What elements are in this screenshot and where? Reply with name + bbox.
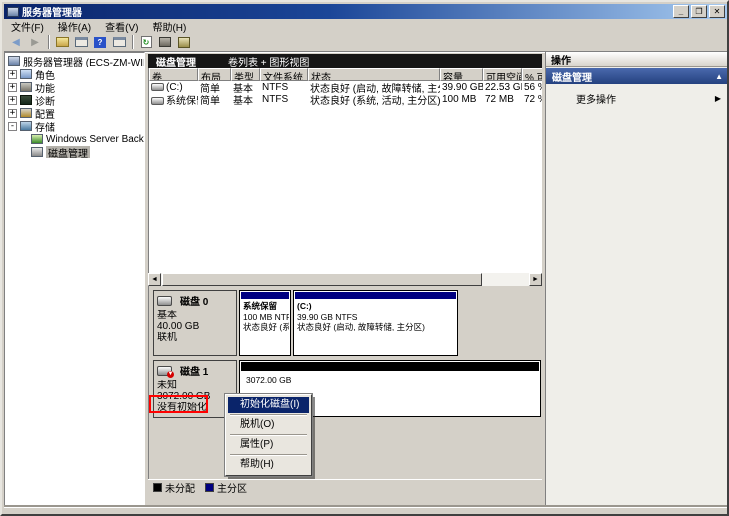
server-manager-icon [8,56,20,66]
tree-item-diagnostics[interactable]: + 诊断 [5,94,144,106]
disk0-status: 联机 [157,332,177,343]
tree-item-disk-management[interactable]: 磁盘管理 [5,146,144,158]
export-list-icon[interactable] [175,34,193,50]
volume-icon [151,82,164,91]
disk-management-header: 磁盘管理 卷列表 + 图形视图 [148,54,542,69]
column-header-filesystem[interactable]: 文件系统 [260,68,308,81]
volume-row-system-reserved[interactable]: 系统保留 简单 基本 NTFS 状态良好 (系统, 活动, 主分区) 100 M… [149,93,542,107]
not-initialized-badge: ▼ [167,370,174,378]
unallocated-strip [241,362,539,371]
disk0-size: 40.00 GB [157,321,200,332]
toolbar-separator [48,35,50,49]
diagnostics-icon [20,95,32,105]
disk-management-icon [31,147,43,157]
expand-icon[interactable]: + [8,69,17,79]
disk0-info-box[interactable]: 磁盘 0 基本 40.00 GB 联机 [153,290,237,356]
more-actions-item[interactable]: 更多操作 ▶ [546,90,727,106]
menu-bar: 文件(F) 操作(A) 查看(V) 帮助(H) [4,18,727,35]
submenu-arrow-icon: ▶ [714,93,721,103]
toolbar-separator [132,35,134,49]
primary-partition-legend-label: 主分区 [217,483,247,495]
annotation-red-rectangle [149,395,208,413]
disk0-type: 基本 [157,310,177,321]
restore-button[interactable]: ❐ [691,5,707,18]
console-window-icon[interactable] [72,34,90,50]
menu-action[interactable]: 操作(A) [51,18,98,35]
disk-icon-warning: ▼ [157,365,174,378]
primary-partition-strip [241,292,289,299]
properties-icon[interactable] [156,34,174,50]
close-button[interactable]: ✕ [709,5,725,18]
tree-item-roles[interactable]: + 角色 [5,68,144,80]
menu-help[interactable]: 帮助(H) [145,18,193,35]
disk-icon [157,295,172,306]
server-manager-window: 服务器管理器 _ ❐ ✕ 文件(F) 操作(A) 查看(V) 帮助(H) ◀ ▶… [0,0,729,516]
partition-c-drive[interactable]: (C:) 39.90 GB NTFS 状态良好 (启动, 故障转储, 主分区) [293,290,458,356]
menu-file[interactable]: 文件(F) [4,18,51,35]
menu-item-initialize-disk[interactable]: 初始化磁盘(I) [228,397,309,413]
disk-context-menu: 初始化磁盘(I) 脱机(O) 属性(P) 帮助(H) [224,393,313,477]
refresh-icon[interactable]: ↻ [137,34,155,50]
features-icon [20,82,32,92]
column-header-free-pct[interactable]: % 可 [522,68,542,81]
partition-system-reserved[interactable]: 系统保留 100 MB NTFS 状态良好 (系 [239,290,291,356]
menu-item-offline[interactable]: 脱机(O) [228,417,309,433]
menu-separator [230,434,307,436]
volume-icon [151,96,164,105]
pane-view-mode: 卷列表 + 图形视图 [228,57,310,69]
back-icon[interactable]: ◀ [7,34,25,50]
primary-partition-strip [295,292,456,299]
forward-icon[interactable]: ▶ [26,34,44,50]
status-bar [4,507,727,514]
scrollbar-track[interactable] [482,273,529,286]
column-header-capacity[interactable]: 容量 [440,68,483,81]
expand-icon[interactable]: + [8,95,17,105]
backup-icon [31,134,43,144]
legend-bar: 未分配 主分区 [148,479,542,495]
menu-separator [230,414,307,416]
server-manager-icon [7,6,19,17]
minimize-button[interactable]: _ [673,5,689,18]
selected-tree-label: 磁盘管理 [46,146,90,158]
actions-pane: 操作 磁盘管理 ▲ 更多操作 ▶ [545,52,727,507]
actions-section-disk-management[interactable]: 磁盘管理 ▲ [546,68,727,84]
collapse-section-icon[interactable]: ▲ [715,72,723,81]
console-tree: 服务器管理器 (ECS-ZM-WIN8) + 角色 + 功能 + 诊断 + 配置… [4,52,145,507]
graphical-view: 磁盘 0 基本 40.00 GB 联机 系统保留 100 MB NTFS 状态良… [148,286,542,479]
actions-pane-title: 操作 [546,52,727,67]
scrollbar-thumb[interactable] [162,273,482,286]
menu-item-properties[interactable]: 属性(P) [228,437,309,453]
column-header-free-space[interactable]: 可用空间 [483,68,522,81]
tree-item-storage[interactable]: - 存储 [5,120,144,132]
menu-view[interactable]: 查看(V) [98,18,145,35]
tree-item-configuration[interactable]: + 配置 [5,107,144,119]
unallocated-legend-swatch [153,482,162,492]
menu-separator [230,454,307,456]
pane-title: 磁盘管理 [156,57,196,69]
volume-list: 卷 布局 类型 文件系统 状态 容量 可用空间 % 可 (C:) 简单 基本 N… [148,68,542,273]
disk1-type: 未知 [157,380,177,391]
toolbar: ◀ ▶ ? ↻ [4,33,727,52]
help-icon[interactable]: ? [91,34,109,50]
expand-icon[interactable]: + [8,108,17,118]
roles-icon [20,69,32,79]
configuration-icon [20,108,32,118]
tree-item-features[interactable]: + 功能 [5,81,144,93]
tree-root-server-manager[interactable]: 服务器管理器 (ECS-ZM-WIN8) [5,55,144,67]
horizontal-scrollbar[interactable]: ◄ ► [148,273,542,286]
primary-partition-legend-swatch [205,482,214,492]
column-header-volume[interactable]: 卷 [149,68,198,81]
expand-icon[interactable]: + [8,82,17,92]
scroll-right-icon[interactable]: ► [529,273,542,286]
menu-item-help[interactable]: 帮助(H) [228,457,309,473]
tree-item-windows-server-backup[interactable]: Windows Server Backup [5,133,144,145]
unallocated-legend-label: 未分配 [165,483,195,495]
show-hide-tree-icon[interactable] [110,34,128,50]
storage-icon [20,121,32,131]
up-one-level-icon[interactable] [53,34,71,50]
scroll-left-icon[interactable]: ◄ [148,273,161,286]
collapse-icon[interactable]: - [8,121,17,131]
